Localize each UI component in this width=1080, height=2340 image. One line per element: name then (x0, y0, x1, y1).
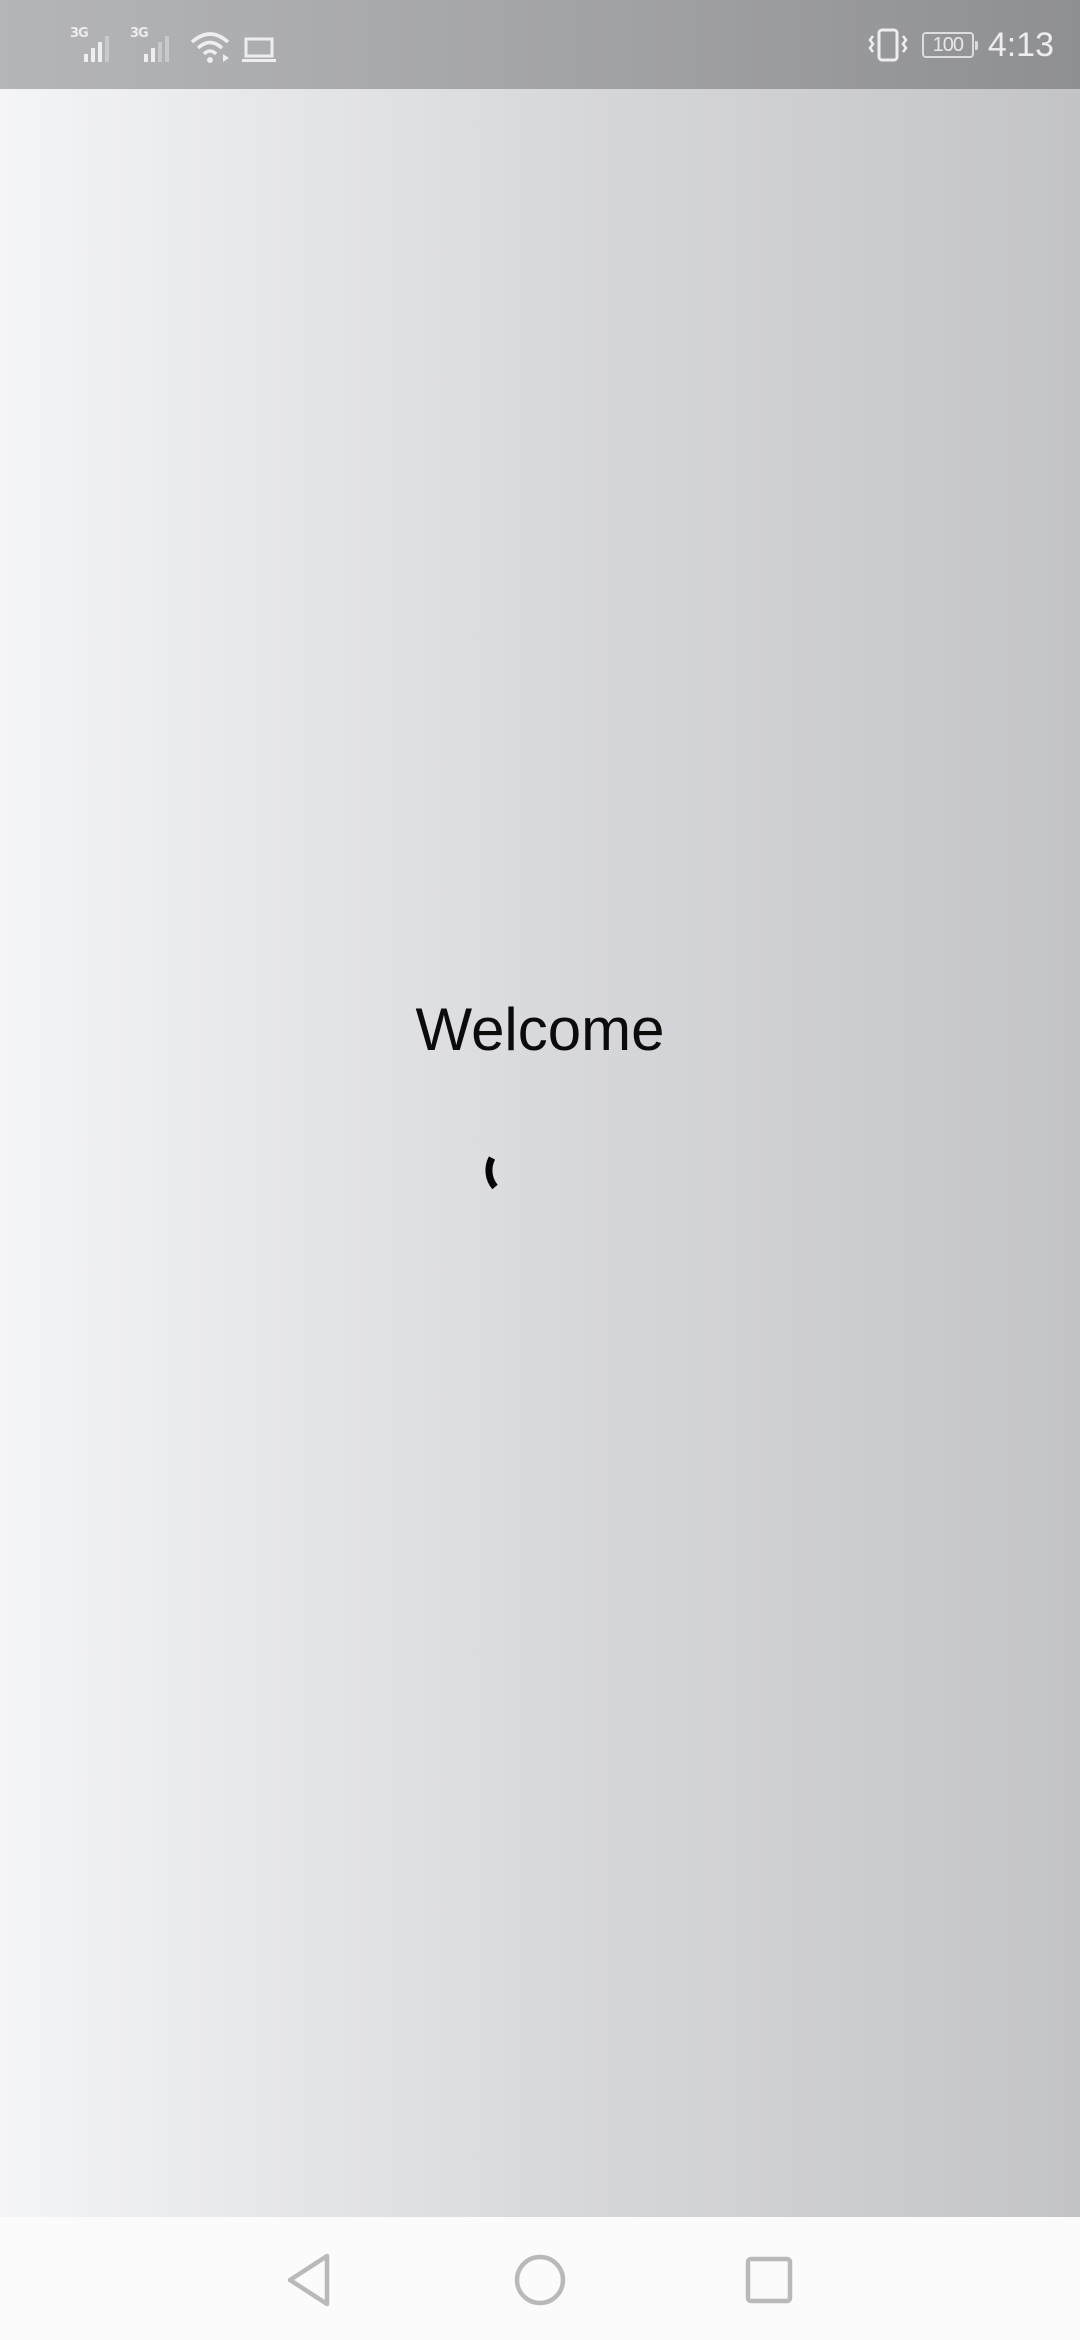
home-button[interactable] (505, 2245, 575, 2315)
status-right-group: 100 4:13 (868, 20, 1054, 70)
recents-button[interactable] (734, 2245, 804, 2315)
home-circle-icon (514, 2254, 566, 2306)
status-time: 4:13 (987, 25, 1054, 64)
signal-icon (144, 36, 169, 62)
battery-level: 100 (932, 34, 964, 56)
battery-icon: 100 (921, 32, 978, 58)
welcome-screen: Welcome (0, 89, 1080, 2217)
sim2-signal: 3G (130, 24, 178, 64)
status-bar: 3G 3G 100 4:13 (0, 0, 1080, 89)
navigation-bar (0, 2217, 1080, 2340)
laptop-icon (242, 37, 276, 62)
signal-icon (84, 36, 109, 62)
app-screen: 3G 3G 100 4:13 Welcome (0, 0, 1080, 2340)
vibrate-icon (868, 28, 908, 62)
recents-square-icon (745, 2256, 793, 2304)
status-left-group: 3G 3G (70, 24, 276, 64)
wifi-icon (190, 32, 230, 63)
back-button[interactable] (274, 2245, 344, 2315)
welcome-title: Welcome (415, 996, 665, 1063)
back-triangle-icon (287, 2253, 330, 2307)
sim1-signal: 3G (70, 24, 118, 64)
loading-spinner-icon (485, 1156, 498, 1190)
